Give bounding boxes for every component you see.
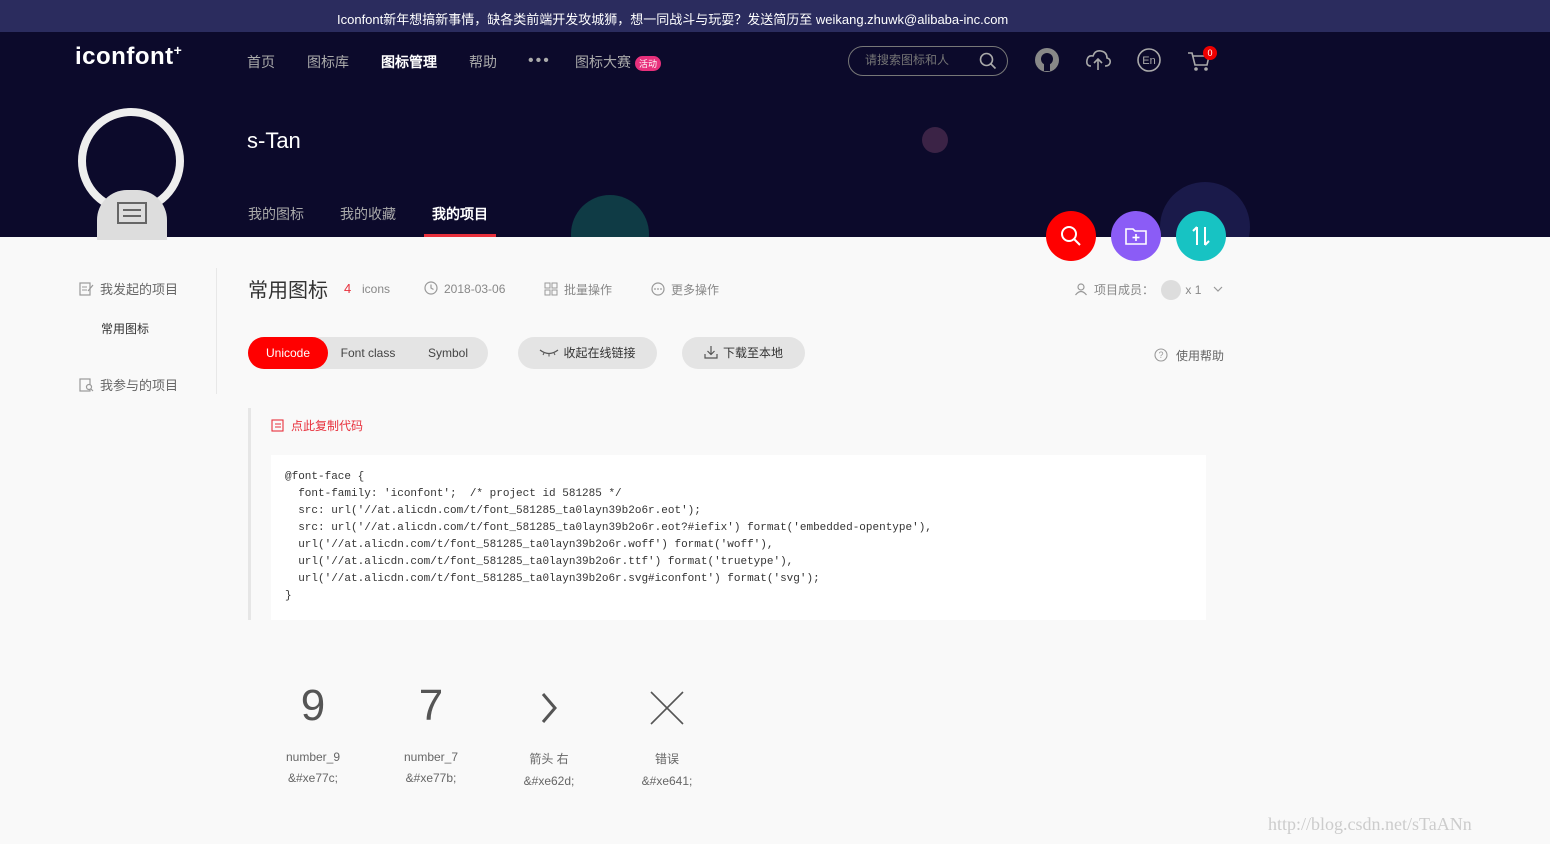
icon-count: 4: [344, 281, 352, 296]
icon-card[interactable]: 7 number_7 &#xe77b;: [376, 678, 486, 785]
user-icon: [1075, 283, 1087, 296]
github-icon[interactable]: [1033, 46, 1061, 74]
svg-text:?: ?: [1158, 350, 1163, 360]
arrow-right-icon: [494, 678, 604, 738]
more-operation-button[interactable]: 更多操作: [651, 281, 719, 298]
download-icon: [704, 346, 718, 359]
username: s-Tan: [247, 128, 301, 153]
icon-name: number_7: [403, 750, 459, 764]
more-menu-icon[interactable]: •••: [528, 52, 551, 70]
icon-code: &#xe62d;: [523, 774, 575, 788]
code-format-tabs: Unicode Font class Symbol: [248, 337, 488, 369]
eye-closed-icon: [540, 349, 559, 357]
nav-home[interactable]: 首页: [247, 52, 275, 72]
icon-count-unit: icons: [362, 282, 391, 296]
svg-text:En: En: [1142, 55, 1155, 67]
icon-name: 错误: [654, 752, 679, 766]
logo[interactable]: iconfont+: [75, 42, 182, 71]
add-folder-icon: [1125, 228, 1147, 245]
number-9-icon: 9: [300, 681, 326, 730]
question-icon: ?: [1154, 348, 1168, 362]
code-text: @font-face { font-family: 'iconfont'; /*…: [285, 471, 932, 602]
icon-code: &#xe641;: [641, 774, 693, 788]
announcement-text: Iconfont新年想搞新事情，缺各类前端开发攻城狮，想一同战斗与玩耍？发送简历…: [337, 12, 1009, 27]
decoration-circle: [571, 195, 649, 237]
cart-count-badge: 0: [1203, 46, 1217, 60]
tab-unicode[interactable]: Unicode: [248, 337, 328, 369]
tab-my-favorites[interactable]: 我的收藏: [340, 204, 396, 224]
code-block[interactable]: @font-face { font-family: 'iconfont'; /*…: [271, 455, 1206, 620]
tab-symbol[interactable]: Symbol: [408, 337, 488, 369]
search-box: [848, 46, 1008, 76]
tab-my-icons[interactable]: 我的图标: [248, 204, 304, 224]
active-tab-underline: [424, 234, 496, 237]
sidebar-divider: [216, 268, 217, 394]
code-panel-border: [248, 408, 251, 620]
grid-icon: [544, 282, 558, 296]
icon-name: 箭头 右: [529, 752, 569, 766]
usage-help-link[interactable]: ? 使用帮助: [1154, 347, 1224, 364]
sidebar-created-projects[interactable]: 我发起的项目: [79, 279, 178, 298]
more-icon: [651, 282, 665, 296]
chevron-down-icon[interactable]: [1213, 284, 1223, 294]
collapse-link-button[interactable]: 收起在线链接: [518, 337, 657, 369]
search-input[interactable]: [865, 53, 975, 67]
icon-card[interactable]: 错误 &#xe641;: [612, 678, 722, 788]
icon-code: &#xe77b;: [405, 771, 457, 785]
decoration-dot: [922, 127, 948, 153]
add-folder-fab[interactable]: [1111, 211, 1161, 261]
sidebar-project-item[interactable]: 常用图标: [101, 320, 149, 337]
number-7-icon: 7: [418, 681, 444, 730]
search-icon: [1061, 226, 1081, 246]
sort-icon: [1192, 226, 1210, 246]
watermark: http://blog.csdn.net/sTaANn: [1268, 814, 1472, 834]
tab-font-class[interactable]: Font class: [328, 337, 408, 369]
download-button[interactable]: 下载至本地: [682, 337, 805, 369]
search-fab[interactable]: [1046, 211, 1096, 261]
search-doc-icon: [79, 378, 94, 392]
icon-card[interactable]: 箭头 右 &#xe62d;: [494, 678, 604, 788]
contest-badge: 活动: [635, 55, 662, 71]
nav-help[interactable]: 帮助: [469, 52, 497, 72]
error-close-icon: [612, 678, 722, 738]
header: iconfont+ 首页 图标库 图标管理 帮助 ••• 图标大赛活动 En 0…: [0, 32, 1550, 237]
icon-card[interactable]: 9 number_9 &#xe77c;: [258, 678, 368, 785]
announcement-bar: Iconfont新年想搞新事情，缺各类前端开发攻城狮，想一同战斗与玩耍？发送简历…: [0, 0, 1550, 32]
sort-fab[interactable]: [1176, 211, 1226, 261]
clock-icon: [424, 281, 438, 295]
nav-contest[interactable]: 图标大赛 活动: [575, 52, 662, 72]
tab-my-projects[interactable]: 我的项目: [432, 204, 488, 224]
member-avatar[interactable]: [1161, 280, 1182, 300]
batch-operation-button[interactable]: 批量操作: [544, 281, 612, 298]
project-members[interactable]: 项目成员： x 1: [1074, 280, 1223, 300]
project-title: 常用图标: [248, 280, 328, 302]
search-icon[interactable]: [979, 52, 997, 70]
sidebar-joined-projects[interactable]: 我参与的项目: [79, 375, 178, 394]
upload-cloud-icon[interactable]: [1084, 46, 1112, 74]
copy-icon: [271, 419, 284, 432]
icon-name: number_9: [285, 750, 341, 764]
icon-code: &#xe77c;: [287, 771, 339, 785]
nav-icon-management[interactable]: 图标管理: [381, 52, 437, 72]
nav-icon-library[interactable]: 图标库: [307, 52, 349, 72]
edit-doc-icon: [79, 282, 94, 296]
project-date: 2018-03-06: [424, 281, 505, 296]
copy-code-button[interactable]: 点此复制代码: [271, 417, 363, 434]
avatar-body: [97, 190, 167, 240]
language-en-icon[interactable]: En: [1135, 46, 1163, 74]
